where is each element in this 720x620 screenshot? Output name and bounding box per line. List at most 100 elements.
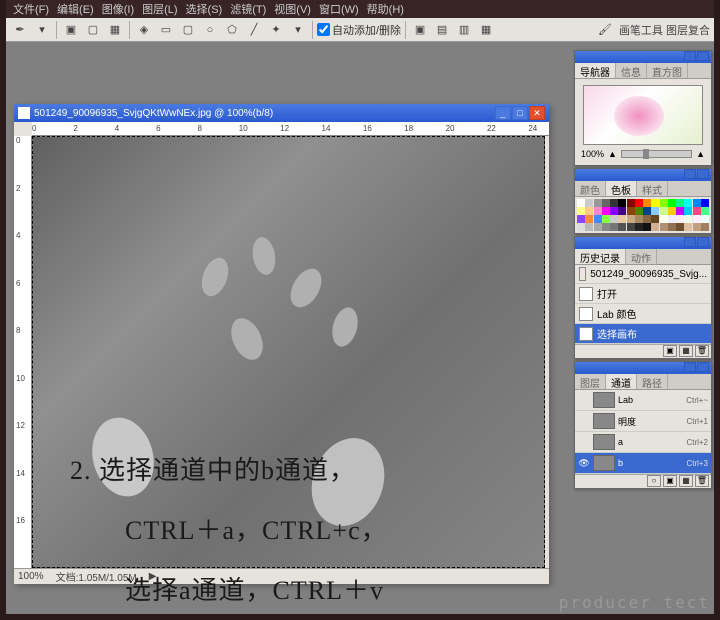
swatch[interactable]: [618, 223, 626, 231]
menu-window[interactable]: 窗口(W): [316, 1, 362, 17]
tab-channels[interactable]: 通道: [606, 374, 637, 389]
path-op4-icon[interactable]: ▦: [476, 20, 496, 40]
swatch[interactable]: [602, 207, 610, 215]
swatch[interactable]: [602, 199, 610, 207]
swatch[interactable]: [684, 215, 692, 223]
rounded-rect-icon[interactable]: ▢: [178, 20, 198, 40]
palette-well-icon[interactable]: 🖌: [595, 20, 615, 40]
auto-add-delete-checkbox[interactable]: 自动添加/删除: [317, 22, 401, 38]
swatch[interactable]: [643, 207, 651, 215]
swatch[interactable]: [693, 215, 701, 223]
trash-icon[interactable]: 🗑: [695, 475, 709, 487]
swatch[interactable]: [668, 199, 676, 207]
swatch[interactable]: [676, 215, 684, 223]
shape-layers-icon[interactable]: ▣: [61, 20, 81, 40]
swatch[interactable]: [635, 207, 643, 215]
load-selection-icon[interactable]: ○: [647, 475, 661, 487]
zoom-slider[interactable]: [621, 150, 692, 158]
menu-image[interactable]: 图像(I): [99, 1, 137, 17]
channel-row[interactable]: 明度Ctrl+1: [575, 411, 711, 432]
swatch[interactable]: [643, 199, 651, 207]
swatch[interactable]: [602, 223, 610, 231]
swatch[interactable]: [585, 207, 593, 215]
minimize-icon[interactable]: [684, 362, 696, 372]
minimize-button[interactable]: _: [495, 106, 511, 120]
close-icon[interactable]: [697, 237, 709, 247]
line-icon[interactable]: ╱: [244, 20, 264, 40]
swatch[interactable]: [627, 215, 635, 223]
close-button[interactable]: ✕: [529, 106, 545, 120]
channel-row[interactable]: LabCtrl+~: [575, 390, 711, 411]
swatch[interactable]: [627, 207, 635, 215]
swatch[interactable]: [618, 215, 626, 223]
nav-zoom-value[interactable]: 100%: [581, 149, 604, 159]
swatch[interactable]: [684, 207, 692, 215]
swatch[interactable]: [594, 207, 602, 215]
swatch[interactable]: [684, 223, 692, 231]
swatch[interactable]: [610, 215, 618, 223]
swatch[interactable]: [701, 223, 709, 231]
swatch[interactable]: [602, 215, 610, 223]
tab-paths[interactable]: 路径: [637, 374, 668, 389]
close-icon[interactable]: [697, 169, 709, 179]
pen-tool-icon[interactable]: ✒: [10, 20, 30, 40]
swatch[interactable]: [618, 207, 626, 215]
swatch[interactable]: [635, 199, 643, 207]
ellipse-icon[interactable]: ○: [200, 20, 220, 40]
swatch[interactable]: [585, 223, 593, 231]
swatch[interactable]: [660, 215, 668, 223]
path-op1-icon[interactable]: ▣: [410, 20, 430, 40]
ruler-vertical[interactable]: 0 2 4 6 8 10 12 14 16: [14, 136, 32, 568]
paths-icon[interactable]: ▢: [83, 20, 103, 40]
menu-file[interactable]: 文件(F): [10, 1, 52, 17]
ruler-horizontal[interactable]: 0 2 4 6 8 10 12 14 16 18 20 22 24: [32, 122, 549, 136]
swatch[interactable]: [577, 199, 585, 207]
swatch[interactable]: [635, 223, 643, 231]
tab-color[interactable]: 颜色: [575, 181, 606, 196]
swatch[interactable]: [585, 215, 593, 223]
swatch[interactable]: [676, 199, 684, 207]
trash-icon[interactable]: 🗑: [695, 345, 709, 357]
swatch[interactable]: [668, 215, 676, 223]
tab-history[interactable]: 历史记录: [575, 249, 626, 264]
menu-edit[interactable]: 编辑(E): [54, 1, 97, 17]
shape-options-icon[interactable]: ▾: [288, 20, 308, 40]
tab-navigator[interactable]: 导航器: [575, 63, 616, 78]
swatch[interactable]: [610, 199, 618, 207]
swatch[interactable]: [577, 207, 585, 215]
history-source[interactable]: 501249_90096935_Svjg...: [575, 265, 711, 284]
swatch[interactable]: [701, 199, 709, 207]
minimize-icon[interactable]: [684, 169, 696, 179]
swatch[interactable]: [693, 199, 701, 207]
new-snapshot-icon[interactable]: ▦: [679, 345, 693, 357]
zoom-out-icon[interactable]: ▲: [608, 149, 617, 159]
navigator-thumbnail[interactable]: [583, 85, 703, 145]
tab-layers[interactable]: 图层: [575, 374, 606, 389]
custom-shape-icon[interactable]: ✦: [266, 20, 286, 40]
swatch[interactable]: [610, 207, 618, 215]
swatch[interactable]: [610, 223, 618, 231]
menu-select[interactable]: 选择(S): [183, 1, 226, 17]
swatch[interactable]: [660, 199, 668, 207]
pen-icon[interactable]: ◈: [134, 20, 154, 40]
swatch[interactable]: [594, 215, 602, 223]
swatch[interactable]: [577, 223, 585, 231]
swatch[interactable]: [627, 223, 635, 231]
rectangle-icon[interactable]: ▭: [156, 20, 176, 40]
doc-titlebar[interactable]: 501249_90096935_SvjgQKtWwNEx.jpg @ 100%(…: [14, 104, 549, 122]
swatch[interactable]: [684, 199, 692, 207]
swatch[interactable]: [618, 199, 626, 207]
swatch[interactable]: [660, 223, 668, 231]
panel-titlebar[interactable]: [575, 237, 711, 249]
swatch[interactable]: [627, 199, 635, 207]
visibility-icon[interactable]: 👁: [578, 458, 590, 469]
channel-row[interactable]: aCtrl+2: [575, 432, 711, 453]
new-channel-icon[interactable]: ▦: [679, 475, 693, 487]
zoom-in-icon[interactable]: ▲: [696, 149, 705, 159]
path-op2-icon[interactable]: ▤: [432, 20, 452, 40]
panel-titlebar[interactable]: [575, 51, 711, 63]
auto-add-checkbox[interactable]: [317, 23, 330, 36]
minimize-icon[interactable]: [684, 237, 696, 247]
swatch[interactable]: [693, 223, 701, 231]
swatch[interactable]: [585, 199, 593, 207]
